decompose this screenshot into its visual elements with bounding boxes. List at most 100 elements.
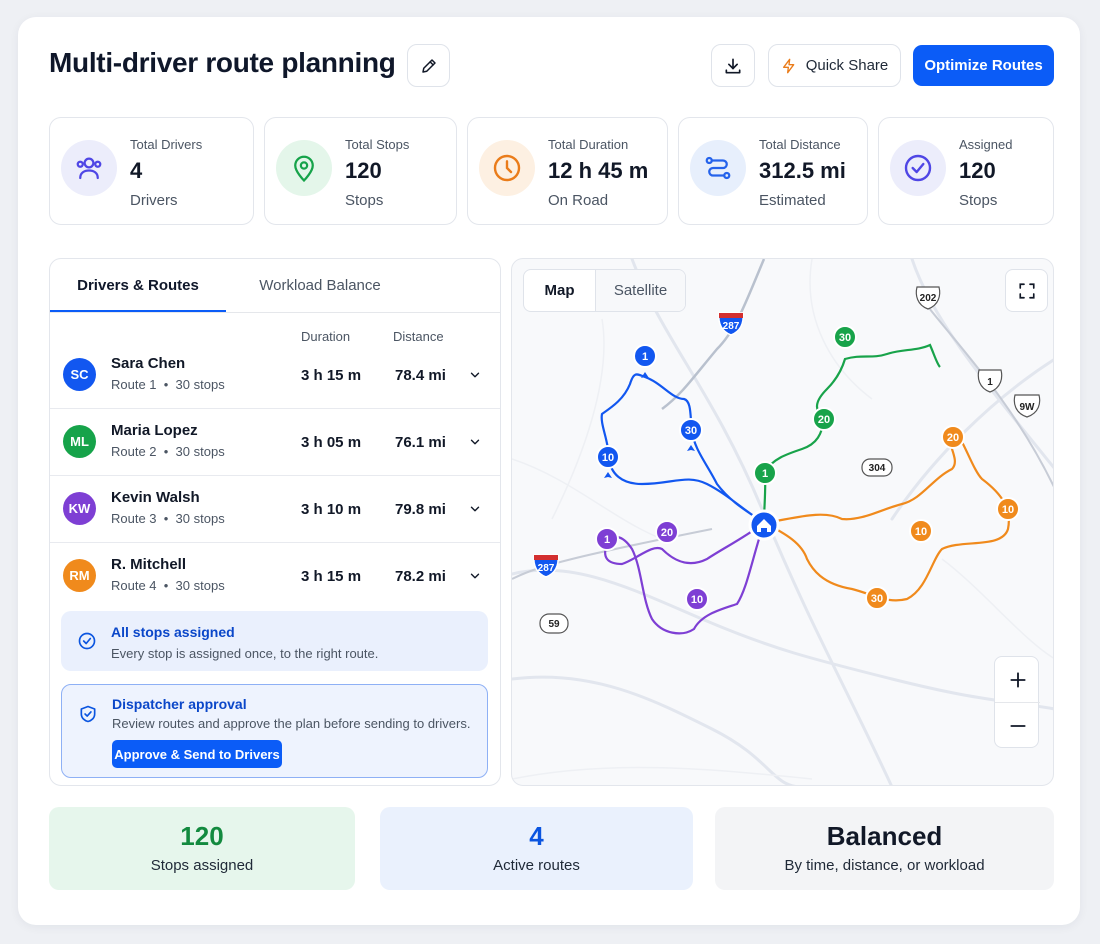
zoom-in-button[interactable] (995, 657, 1040, 703)
route-marker-orange[interactable]: 10 (996, 497, 1020, 521)
driver-distance: 78.2 mi (395, 568, 446, 585)
all-stops-assigned-notice: All stops assigned Every stop is assigne… (61, 611, 488, 671)
quick-share-label: Quick Share (805, 57, 889, 74)
edit-title-button[interactable] (407, 44, 450, 87)
driver-row[interactable]: SC Sara Chen Route 1 • 30 stops 3 h 15 m… (50, 342, 500, 409)
summary-balanced: Balanced By time, distance, or workload (715, 807, 1054, 890)
stat-value: 12 h 45 m (548, 158, 649, 183)
route-marker-purple[interactable]: 1 (595, 527, 619, 551)
notice-text: Every stop is assigned once, to the righ… (111, 646, 379, 661)
tabs-divider (50, 312, 500, 313)
shield-label: 59 (548, 619, 560, 630)
stops-label: 30 stops (175, 511, 225, 526)
driver-route-meta: Route 3 • 30 stops (111, 511, 225, 526)
route-marker-purple[interactable]: 10 (685, 587, 709, 611)
stat-sub: Stops (345, 192, 384, 209)
plus-icon (1009, 671, 1026, 688)
route-marker-orange[interactable]: 10 (909, 519, 933, 543)
route-line-purple (604, 522, 766, 635)
driver-route-meta: Route 4 • 30 stops (111, 578, 225, 593)
fullscreen-icon (1018, 282, 1035, 299)
route-line-blue (600, 373, 765, 524)
driver-distance: 79.8 mi (395, 501, 446, 518)
driver-row[interactable]: KW Kevin Walsh Route 3 • 30 stops 3 h 10… (50, 476, 500, 543)
route-marker-green[interactable]: 1 (753, 461, 777, 485)
driver-name: Kevin Walsh (111, 489, 200, 506)
road-shield: 9W (1013, 394, 1041, 418)
summary-value: Balanced (826, 821, 943, 851)
map-mode-map[interactable]: Map (524, 270, 596, 311)
depot-home-marker[interactable] (748, 509, 780, 541)
stat-sub: Estimated (759, 192, 826, 209)
approve-send-button[interactable]: Approve & Send to Drivers (112, 740, 282, 768)
driver-name: Maria Lopez (111, 422, 198, 439)
marker-label: 1 (642, 351, 648, 363)
shield-label: 287 (538, 563, 555, 574)
shield-label: 202 (920, 293, 937, 304)
route-planning-card: Multi-driver route planning Quick Share … (18, 17, 1080, 925)
route-label: Route 3 (111, 511, 157, 526)
interstate-shield: 287 (718, 312, 744, 336)
route-marker-purple[interactable]: 20 (655, 520, 679, 544)
marker-label: 10 (602, 452, 614, 464)
driver-route-meta: Route 2 • 30 stops (111, 444, 225, 459)
road-shield: 202 (915, 286, 941, 310)
stat-value: 4 (130, 158, 143, 183)
road-shield: 59 (539, 613, 569, 634)
driver-distance: 78.4 mi (395, 367, 446, 384)
summary-active-routes: 4 Active routes (380, 807, 693, 890)
shield-check-icon (80, 705, 96, 723)
notice-title: All stops assigned (111, 624, 235, 640)
route-line-orange (763, 427, 1010, 602)
drivers-panel: Drivers & Routes Workload Balance Durati… (49, 258, 501, 786)
chevron-down-icon[interactable] (468, 368, 482, 382)
route-marker-green[interactable]: 30 (833, 325, 857, 349)
shield-label: 1 (987, 377, 993, 388)
chevron-down-icon[interactable] (468, 569, 482, 583)
chevron-down-icon[interactable] (468, 502, 482, 516)
route-map[interactable]: 202 287 1 9W 304 287 59 1 30 10 30 20 1 … (511, 258, 1054, 786)
stat-label: Total Drivers (130, 137, 203, 152)
summary-label: Active routes (493, 857, 580, 874)
pencil-icon (421, 58, 436, 73)
lightning-icon (782, 58, 795, 73)
chevron-down-icon[interactable] (468, 435, 482, 449)
dispatcher-approval-card: Dispatcher approval Review routes and ap… (61, 684, 488, 778)
driver-duration: 3 h 10 m (301, 501, 362, 518)
map-canvas[interactable]: 202 287 1 9W 304 287 59 1 30 10 30 20 1 … (512, 259, 1054, 786)
road-shield: 304 (861, 458, 893, 477)
marker-label: 10 (915, 526, 927, 538)
driver-duration: 3 h 05 m (301, 434, 362, 451)
map-mode-toggle: Map Satellite (523, 269, 686, 312)
tab-drivers-routes[interactable]: Drivers & Routes (50, 259, 226, 312)
summary-value: 4 (529, 821, 544, 851)
route-marker-green[interactable]: 20 (812, 407, 836, 431)
stat-label: Total Distance (759, 137, 841, 152)
summary-label: Stops assigned (150, 857, 254, 874)
driver-row[interactable]: RM R. Mitchell Route 4 • 30 stops 3 h 15… (50, 543, 500, 610)
stat-label: Total Stops (345, 137, 410, 152)
optimize-routes-button[interactable]: Optimize Routes (913, 45, 1054, 86)
zoom-out-button[interactable] (995, 703, 1040, 749)
stat-total-distance: Total Distance 312.5 mi Estimated (678, 117, 868, 225)
tab-workload-balance[interactable]: Workload Balance (226, 259, 414, 312)
route-marker-orange[interactable]: 20 (941, 425, 965, 449)
download-button[interactable] (711, 44, 755, 87)
fullscreen-button[interactable] (1005, 269, 1048, 312)
marker-label: 1 (604, 534, 610, 546)
driver-row[interactable]: ML Maria Lopez Route 2 • 30 stops 3 h 05… (50, 409, 500, 476)
route-marker-blue[interactable]: 1 (633, 344, 657, 378)
stat-label: Assigned (959, 137, 1013, 152)
shield-label: 9W (1020, 402, 1036, 413)
stat-total-drivers: Total Drivers 4 Drivers (49, 117, 254, 225)
route-marker-orange[interactable]: 30 (865, 586, 889, 610)
stat-sub: Drivers (130, 192, 178, 209)
page-title: Multi-driver route planning (49, 47, 396, 78)
driver-route-meta: Route 1 • 30 stops (111, 377, 225, 392)
quick-share-button[interactable]: Quick Share (768, 44, 901, 87)
stops-label: 30 stops (175, 444, 225, 459)
map-mode-satellite[interactable]: Satellite (596, 270, 685, 311)
marker-label: 30 (685, 425, 697, 437)
route-marker-blue[interactable]: 30 (679, 418, 703, 451)
avatar: ML (63, 425, 96, 458)
